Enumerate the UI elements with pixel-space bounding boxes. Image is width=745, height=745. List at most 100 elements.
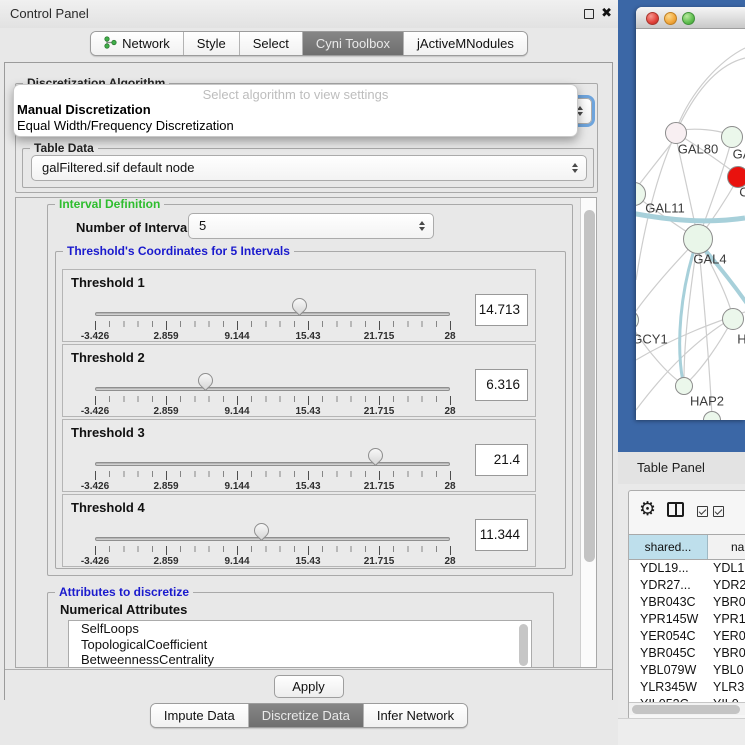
algorithm-popup-item[interactable]: Equal Width/Frequency Discretization [14,118,577,134]
slider-tick-label: -3.426 [81,556,109,567]
settings-scroll-viewport: Interval Definition Number of Intervals … [15,197,597,668]
slider-major-tick [95,396,96,405]
slider-tick-label: 21.715 [364,406,395,417]
table-row[interactable]: YBL079WYBL0 [629,662,745,679]
algorithm-prompt-item[interactable]: Select algorithm to view settings [14,87,577,102]
attribute-list-item[interactable]: BetweennessCentrality [69,652,531,668]
table-row[interactable]: YBR043CYBR0 [629,594,745,611]
table-hscrollbar-thumb[interactable] [632,705,740,714]
algorithm-popup-item[interactable]: Manual Discretization [14,102,577,118]
apply-button[interactable]: Apply [274,675,344,698]
slider-tick-label: 28 [444,556,455,567]
table-panel-body: ⚙ shared... na YDL19...YDL1YDR27...YDR2Y… [618,484,745,745]
table-row[interactable]: YLR345WYLR3 [629,679,745,696]
table-data-combobox[interactable]: galFiltered.sif default node [31,155,587,181]
list-scrollbar-thumb[interactable] [519,624,528,666]
attribute-list-item[interactable]: TopologicalCoefficient [69,637,531,653]
threshold-value-field[interactable]: 6.316 [475,369,528,401]
control-panel-titlebar: Control Panel ✖ [0,0,618,28]
network-canvas[interactable]: GAL80GACGAL11GAL4GCY1HHAP2 [636,30,745,420]
table-row[interactable]: YPR145WYPR1 [629,611,745,628]
number-of-intervals-combobox[interactable]: 5 [188,213,434,239]
slider-major-tick [237,396,238,405]
threshold-value-field[interactable]: 21.4 [475,444,528,476]
slider-tick-label: 15.43 [295,406,320,417]
table-cell-shared[interactable]: YDR27... [629,577,708,594]
minimize-traffic-light[interactable] [664,12,677,25]
slider-major-tick [450,396,451,405]
tab-network[interactable]: Network [91,32,183,55]
table-cell-shared[interactable]: YLR345W [629,679,708,696]
table-cell-name[interactable]: YBL0 [708,662,745,679]
table-cell-shared[interactable]: YBL079W [629,662,708,679]
attribute-list-item[interactable]: SelfLoops [69,621,531,637]
threshold-slider[interactable]: -3.4262.8599.14415.4321.71528 [95,377,450,423]
table-row[interactable]: YBR045CYBR0 [629,645,745,662]
settings-scrollbar-thumb[interactable] [584,210,595,562]
tab-style[interactable]: Style [183,32,239,55]
tab-select[interactable]: Select [239,32,302,55]
combo-stepper-icon [419,221,425,231]
threshold-slider[interactable]: -3.4262.8599.14415.4321.71528 [95,452,450,498]
network-node-hap2[interactable] [675,377,693,395]
threshold-slider[interactable]: -3.4262.8599.14415.4321.71528 [95,302,450,348]
table-data-combo-value: galFiltered.sif default node [42,160,194,175]
slider-track[interactable] [95,537,450,541]
slider-tick-label: 28 [444,481,455,492]
network-node-h[interactable] [722,308,744,330]
table-cell-name[interactable]: YLR3 [708,679,745,696]
slider-track[interactable] [95,462,450,466]
table-cell-name[interactable]: YDR2 [708,577,745,594]
threshold-value-field[interactable]: 14.713 [475,294,528,326]
table-cell-name[interactable]: YPR1 [708,611,745,628]
table-cell-shared[interactable]: YER054C [629,628,708,645]
tab-cyni-toolbox[interactable]: Cyni Toolbox [302,32,403,55]
table-row[interactable]: YER054CYER0 [629,628,745,645]
table-cell-shared[interactable]: YBR043C [629,594,708,611]
table-cell-name[interactable]: YDL1 [708,560,745,577]
zoom-traffic-light[interactable] [682,12,695,25]
settings-scrollbar[interactable] [580,198,597,668]
table-cell-name[interactable]: YBR0 [708,594,745,611]
table-cell-name[interactable]: YER0 [708,628,745,645]
slider-track[interactable] [95,312,450,316]
numerical-attributes-label: Numerical Attributes [60,602,187,617]
tab-jactivemnodules[interactable]: jActiveMNodules [403,32,527,55]
close-traffic-light[interactable] [646,12,659,25]
gear-icon[interactable]: ⚙ [639,498,656,520]
column-header-shared[interactable]: shared... [629,535,708,559]
network-node-ga[interactable] [721,126,743,148]
checkbox-icon[interactable] [713,506,724,517]
table-cell-shared[interactable]: YBR045C [629,645,708,662]
threshold-panel: Threshold 3-3.4262.8599.14415.4321.71528… [62,419,536,492]
slider-minor-ticks [95,396,450,402]
table-cell-name[interactable]: YBR0 [708,645,745,662]
table-cell-shared[interactable]: YPR145W [629,611,708,628]
close-icon[interactable]: ✖ [601,5,612,21]
checkbox-icon[interactable] [697,506,708,517]
table-row[interactable]: YDR27...YDR2 [629,577,745,594]
network-node-gal4[interactable] [683,224,713,254]
table-row[interactable]: YDL19...YDL1 [629,560,745,577]
table-panel-title: Table Panel [637,460,705,475]
table-toolbar: ⚙ [629,491,745,534]
slider-tick-label: -3.426 [81,481,109,492]
tab-impute-data[interactable]: Impute Data [151,704,248,727]
numerical-attributes-list[interactable]: SelfLoopsTopologicalCoefficientBetweenne… [68,620,532,668]
bottom-tabs-group: Impute DataDiscretize DataInfer Network [150,703,468,728]
columns-icon[interactable] [667,502,684,517]
column-header-name[interactable]: na [708,535,745,559]
float-window-icon[interactable] [584,9,594,19]
node-label: C [739,185,745,200]
tab-infer-network[interactable]: Infer Network [363,704,467,727]
slider-tick-label: 21.715 [364,556,395,567]
slider-tick-label: 9.144 [224,331,249,342]
network-window-titlebar[interactable] [636,7,745,29]
tab-discretize-data[interactable]: Discretize Data [248,704,363,727]
slider-track[interactable] [95,387,450,391]
table-cell-shared[interactable]: YDL19... [629,560,708,577]
threshold-value-field[interactable]: 11.344 [475,519,528,551]
threshold-slider[interactable]: -3.4262.8599.14415.4321.71528 [95,527,450,573]
table-hscrollbar[interactable] [629,702,745,715]
table-data-title: Table Data [30,140,98,156]
